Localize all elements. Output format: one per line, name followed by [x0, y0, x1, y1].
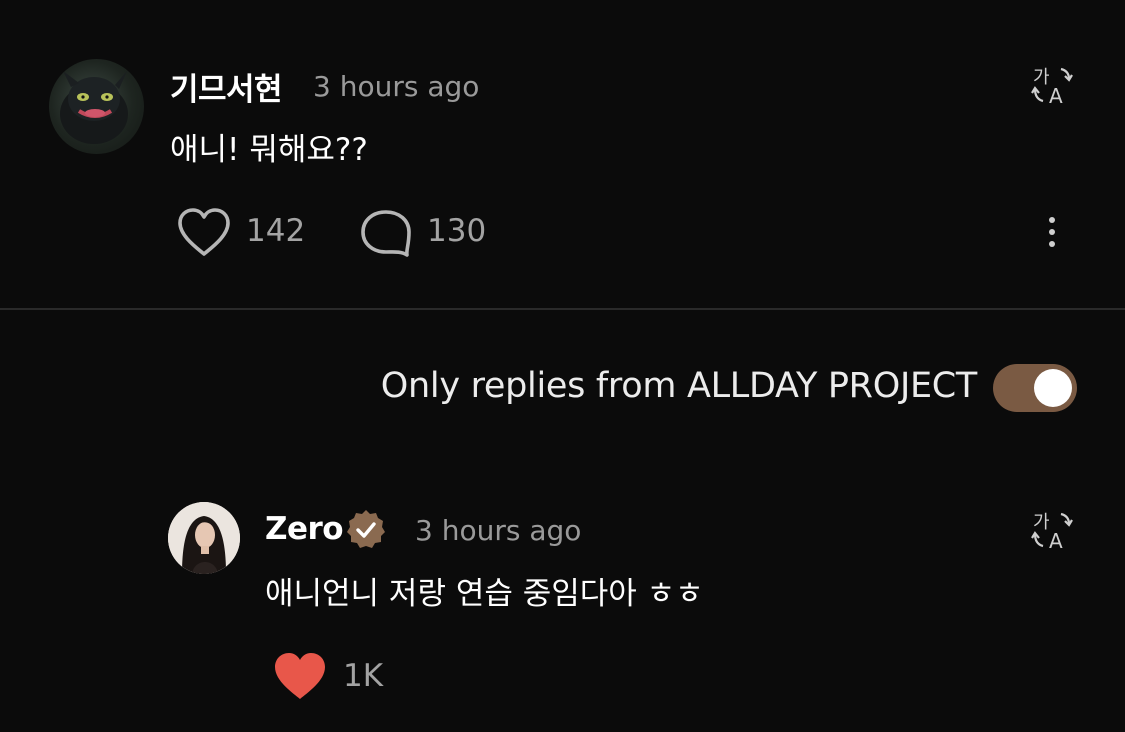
comment-text: 애니! 뭐해요?? — [170, 132, 368, 168]
svg-text:가: 가 — [1033, 67, 1050, 88]
svg-text:A: A — [1049, 529, 1063, 550]
toothless-avatar-image — [60, 71, 128, 144]
translate-icon[interactable]: 가 A — [1031, 63, 1073, 108]
like-count: 142 — [246, 213, 306, 249]
replies-filter-toggle[interactable] — [993, 364, 1077, 412]
commenter-username[interactable]: 기므서현 — [170, 64, 283, 109]
translate-icon[interactable]: 가 A — [1031, 508, 1073, 553]
more-vertical-icon[interactable] — [1040, 212, 1064, 252]
divider — [0, 308, 1125, 310]
commenter-avatar[interactable] — [49, 59, 144, 154]
heart-filled-icon[interactable] — [270, 648, 330, 704]
comment-bubble-icon[interactable] — [357, 205, 415, 261]
reply-avatar[interactable] — [168, 502, 240, 574]
svg-text:가: 가 — [1033, 512, 1050, 533]
toggle-knob — [1034, 369, 1072, 407]
reply-count: 130 — [427, 213, 487, 249]
zero-avatar-image — [168, 502, 240, 574]
comment-timestamp: 3 hours ago — [313, 70, 480, 103]
like-heart-icon[interactable] — [175, 205, 233, 259]
reply-text: 애니언니 저랑 연습 중임다아 ㅎㅎ — [265, 576, 704, 612]
verified-badge-icon — [343, 507, 389, 553]
reply-username[interactable]: Zero — [265, 511, 344, 547]
svg-text:A: A — [1049, 84, 1063, 105]
reply-like-count: 1K — [343, 658, 384, 694]
filter-label: Only replies from ALLDAY PROJECT — [380, 366, 978, 406]
reply-timestamp: 3 hours ago — [415, 514, 582, 547]
